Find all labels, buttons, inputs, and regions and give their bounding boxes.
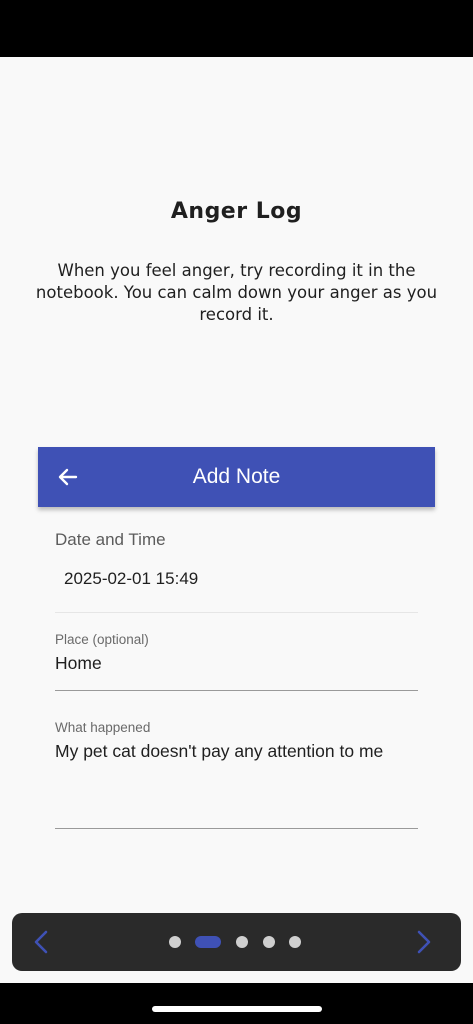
page-dot-4[interactable] — [263, 936, 275, 948]
page-dot-3[interactable] — [236, 936, 248, 948]
app-screen: Anger Log When you feel anger, try recor… — [0, 57, 473, 983]
page-title: Anger Log — [170, 199, 303, 224]
what-happened-label: What happened — [55, 720, 151, 735]
add-note-header: Add Note — [38, 447, 435, 507]
place-input[interactable]: Home — [55, 653, 418, 674]
chevron-left-icon[interactable] — [28, 928, 56, 956]
date-time-value[interactable]: 2025-02-01 15:49 — [64, 569, 198, 589]
what-happened-input[interactable]: My pet cat doesn't pay any attention to … — [55, 741, 418, 762]
what-happened-underline — [55, 828, 418, 829]
status-bar — [0, 0, 473, 57]
place-underline — [55, 690, 418, 691]
date-time-label: Date and Time — [55, 530, 166, 549]
place-label: Place (optional) — [55, 632, 149, 647]
page-navigator — [12, 913, 461, 971]
arrow-left-icon[interactable] — [56, 465, 80, 489]
place-field[interactable]: Place (optional) Home — [55, 632, 418, 674]
page-dot-5[interactable] — [289, 936, 301, 948]
home-indicator[interactable] — [152, 1006, 322, 1012]
intro-text: When you feel anger, try recording it in… — [35, 261, 438, 324]
what-happened-field[interactable]: What happened My pet cat doesn't pay any… — [55, 720, 418, 762]
page-dot-1[interactable] — [169, 936, 181, 948]
chevron-right-icon[interactable] — [409, 928, 437, 956]
add-note-title: Add Note — [192, 465, 281, 488]
divider — [55, 612, 418, 613]
page-dot-2-active[interactable] — [195, 936, 221, 948]
